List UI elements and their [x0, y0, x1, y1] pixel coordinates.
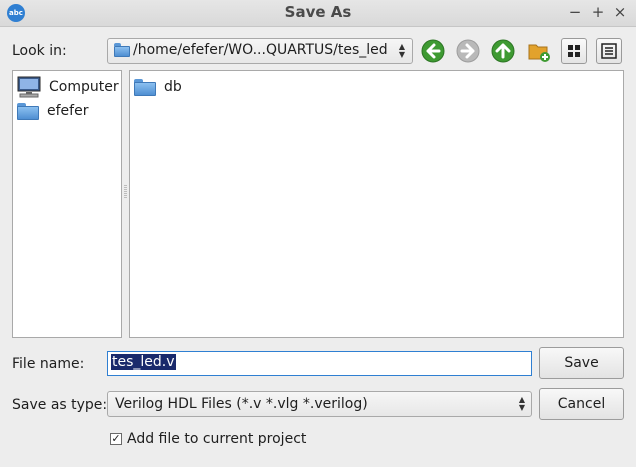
sidebar-item-label: efefer — [47, 103, 89, 119]
sidebar-item-label: Computer — [49, 79, 119, 95]
up-icon[interactable] — [491, 39, 515, 63]
file-type-value: Verilog HDL Files (*.v *.vlg *.verilog) — [115, 396, 368, 412]
forward-icon[interactable] — [456, 39, 480, 63]
look-in-path: /home/efefer/WO...QUARTUS/tes_led — [133, 42, 388, 58]
file-name-label: File name: — [12, 356, 85, 372]
add-to-project-label: Add file to current project — [127, 431, 307, 447]
file-item-label: db — [164, 79, 182, 95]
save-button[interactable]: Save — [539, 347, 624, 379]
file-type-label: Save as type: — [12, 397, 108, 413]
close-button[interactable]: × — [610, 2, 630, 22]
list-view-icon[interactable] — [596, 38, 622, 64]
window-title: Save As — [284, 3, 352, 21]
detail-view-icon[interactable] — [561, 38, 587, 64]
file-name-value: tes_led.v — [111, 354, 176, 370]
look-in-combo[interactable]: /home/efefer/WO...QUARTUS/tes_led ▲ ▼ — [107, 38, 413, 64]
folder-icon — [17, 102, 39, 120]
computer-icon — [17, 76, 41, 98]
add-to-project-checkbox[interactable]: ✓ — [110, 433, 122, 445]
maximize-button[interactable]: + — [588, 2, 608, 22]
list-item[interactable]: db — [134, 75, 182, 99]
splitter-handle[interactable] — [124, 185, 127, 199]
file-type-combo[interactable]: Verilog HDL Files (*.v *.vlg *.verilog) … — [107, 391, 532, 417]
sidebar-panel: Computer efefer — [12, 70, 122, 338]
title-bar: abc Save As − + × — [0, 0, 636, 27]
cancel-button[interactable]: Cancel — [539, 388, 624, 420]
look-in-label: Look in: — [12, 43, 67, 59]
combo-spin-icon: ▲ ▼ — [398, 42, 406, 59]
new-folder-icon[interactable] — [527, 39, 551, 63]
file-list-panel: db — [129, 70, 624, 338]
file-name-field[interactable]: tes_led.v — [107, 351, 532, 376]
combo-spin-icon: ▲ ▼ — [518, 395, 526, 412]
back-icon[interactable] — [421, 39, 445, 63]
sidebar-item-computer[interactable]: Computer — [17, 75, 119, 99]
folder-icon — [134, 78, 156, 96]
sidebar-item-efefer[interactable]: efefer — [17, 99, 88, 123]
folder-icon — [114, 43, 130, 61]
minimize-button[interactable]: − — [565, 2, 585, 22]
